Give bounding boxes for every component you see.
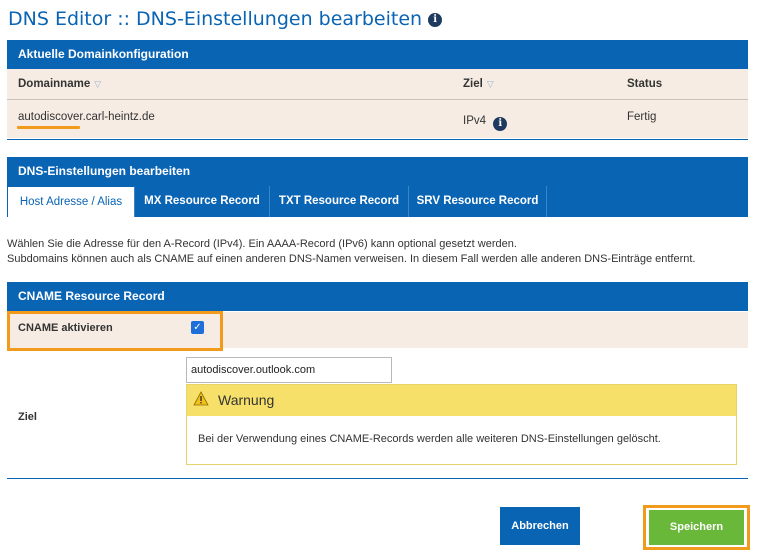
cname-activate-label: CNAME aktivieren — [18, 322, 113, 334]
domain-name: autodiscover.carl-heintz.de — [18, 111, 155, 123]
intro-line-1: Wählen Sie die Adresse für den A-Record … — [7, 238, 517, 250]
save-button[interactable]: Speichern — [649, 510, 744, 545]
info-icon[interactable]: i — [428, 12, 443, 27]
target-value: IPv4 — [463, 115, 487, 127]
cname-target-input[interactable]: autodiscover.outlook.com — [186, 357, 392, 383]
column-ziel-label: Ziel — [463, 78, 483, 90]
divider — [7, 478, 748, 479]
tab-host-alias[interactable]: Host Adresse / Alias — [7, 186, 135, 217]
cname-target-label: Ziel — [18, 411, 37, 423]
sort-icon[interactable]: ▽ — [94, 79, 101, 89]
column-status: Status — [627, 78, 663, 90]
sort-icon[interactable]: ▽ — [487, 79, 494, 89]
page-title-text: DNS Editor :: DNS-Einstellungen bearbeit… — [8, 8, 423, 30]
warning-title: Warnung — [218, 392, 275, 408]
intro-line-2: Subdomains können auch als CNAME auf ein… — [7, 253, 696, 265]
warning-text: Bei der Verwendung eines CNAME-Records w… — [198, 433, 661, 445]
target-cell: IPv4 i — [463, 115, 508, 131]
tab-mx-record[interactable]: MX Resource Record — [135, 186, 270, 217]
cancel-button[interactable]: Abbrechen — [500, 507, 580, 545]
warning-icon — [193, 391, 209, 406]
domain-table-header: Domainname ▽ Ziel ▽ Status — [7, 69, 748, 100]
tab-bar: Host Adresse / Alias MX Resource Record … — [7, 186, 748, 217]
domain-config-header: Aktuelle Domainkonfiguration — [7, 40, 748, 69]
status-value: Fertig — [627, 111, 657, 123]
column-domainname-label: Domainname — [18, 78, 91, 90]
page-title: DNS Editor :: DNS-Einstellungen bearbeit… — [8, 8, 443, 30]
intro-text: Wählen Sie die Adresse für den A-Record … — [7, 237, 695, 267]
tab-srv-record[interactable]: SRV Resource Record — [409, 186, 547, 217]
info-icon[interactable]: i — [493, 117, 508, 131]
divider — [7, 139, 748, 140]
dns-settings-header: DNS-Einstellungen bearbeiten — [7, 157, 748, 186]
check-icon: ✓ — [193, 322, 202, 333]
column-ziel[interactable]: Ziel ▽ — [463, 69, 494, 99]
cname-header: CNAME Resource Record — [7, 282, 748, 311]
highlight-underline — [17, 126, 80, 129]
column-domainname[interactable]: Domainname ▽ — [18, 69, 101, 99]
table-row: autodiscover.carl-heintz.de IPv4 i Ferti… — [7, 100, 748, 138]
cname-activate-checkbox[interactable]: ✓ — [191, 321, 204, 334]
tab-txt-record[interactable]: TXT Resource Record — [270, 186, 409, 217]
